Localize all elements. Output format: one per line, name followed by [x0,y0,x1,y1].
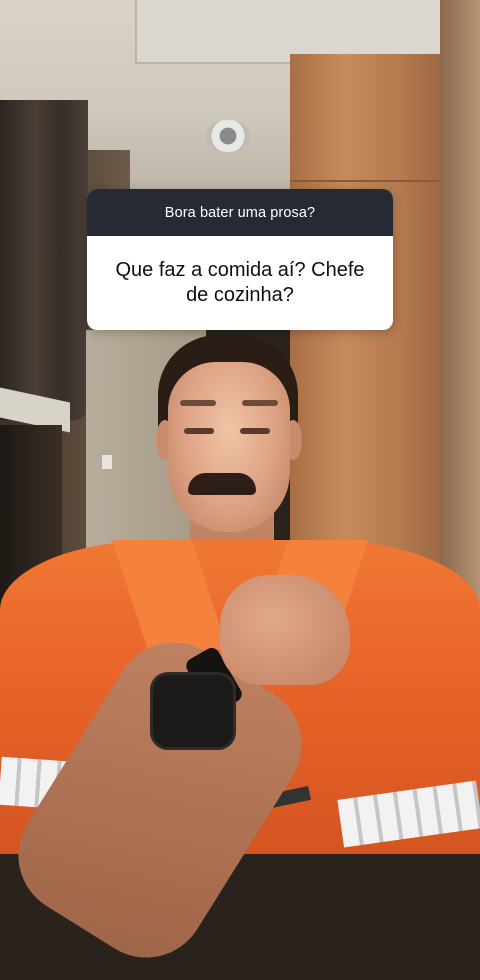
question-sticker[interactable]: Bora bater uma prosa? Que faz a comida a… [87,189,393,330]
person-brow-left [180,400,216,406]
background-video-frame [0,0,480,980]
wristwatch [150,672,236,750]
light-switch [102,455,112,469]
question-prompt: Bora bater uma prosa? [87,189,393,236]
person-brow-right [242,400,278,406]
question-answer: Que faz a comida aí? Chefe de cozinha? [115,259,365,306]
person-mustache [188,473,256,495]
cabinet-seam [290,180,445,182]
person-hand [220,575,350,685]
bunk-curtain [0,100,88,420]
ceiling-light [206,120,250,152]
person-face [168,362,290,532]
person-eye-right [240,428,270,434]
person-eye-left [184,428,214,434]
